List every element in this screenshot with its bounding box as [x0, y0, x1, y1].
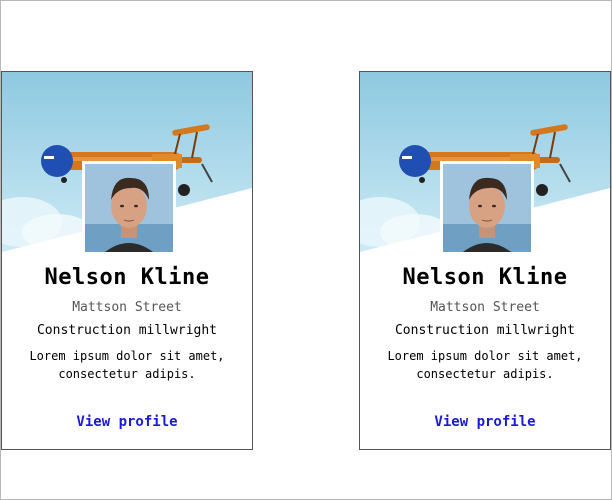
profile-description: Lorem ipsum dolor sit amet, consectetur … [387, 349, 583, 381]
profile-job-title: Construction millwright [36, 323, 217, 338]
avatar [82, 161, 176, 255]
profile-card: Nelson Kline Mattson Street Construction… [359, 71, 611, 450]
profile-description: Lorem ipsum dolor sit amet, consectetur … [29, 349, 225, 381]
profile-name: Nelson Kline [44, 265, 210, 290]
profile-name: Nelson Kline [402, 265, 568, 290]
profile-street: Mattson Street [72, 300, 182, 315]
profile-job-title: Construction millwright [394, 323, 575, 338]
profile-card: Nelson Kline Mattson Street Construction… [1, 71, 253, 450]
view-profile-link[interactable]: View profile [2, 414, 252, 430]
avatar [440, 161, 534, 255]
profile-street: Mattson Street [430, 300, 540, 315]
view-profile-link[interactable]: View profile [360, 414, 610, 430]
